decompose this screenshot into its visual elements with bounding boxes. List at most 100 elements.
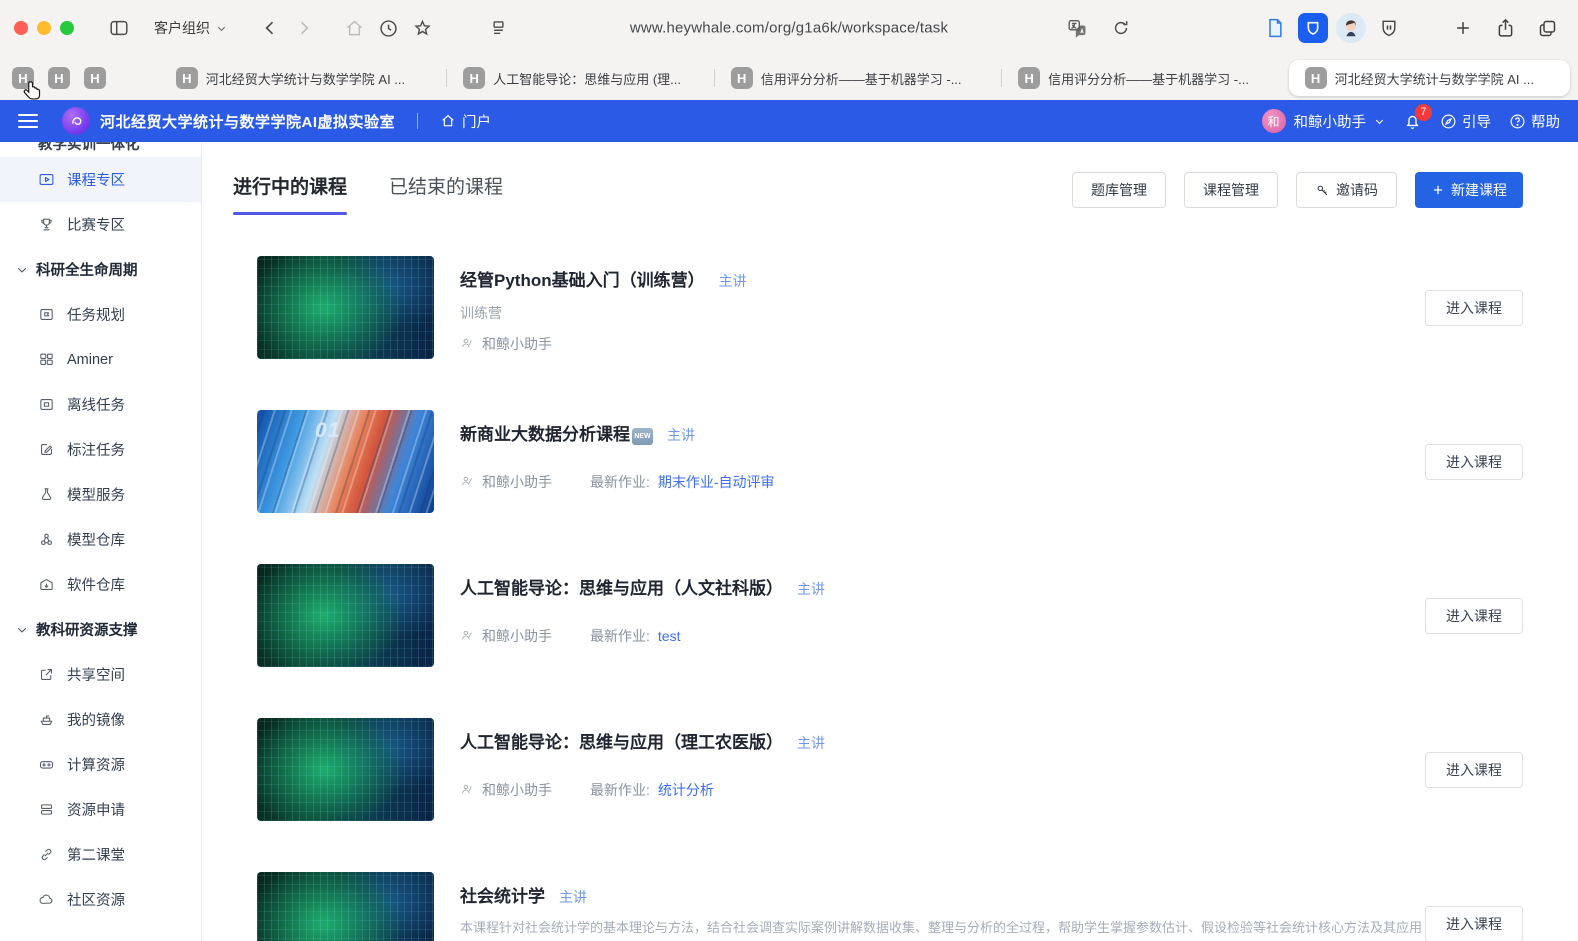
portal-link[interactable]: 门户 xyxy=(440,111,491,132)
portal-label: 门户 xyxy=(462,111,491,132)
invite-code-button[interactable]: 邀请码 xyxy=(1296,172,1397,208)
course-title[interactable]: 人工智能导论：思维与应用（人文社科版） xyxy=(460,574,783,599)
course-thumbnail[interactable] xyxy=(257,718,434,821)
pinned-tab-1[interactable]: H xyxy=(8,62,38,94)
address-bar[interactable]: www.heywhale.com/org/g1a6k/workspace/tas… xyxy=(630,20,948,37)
sidebar-item-my-images[interactable]: 我的镜像 xyxy=(0,697,201,742)
sidebar-item-resource-request[interactable]: 资源申请 xyxy=(0,787,201,832)
new-tab-icon[interactable] xyxy=(1446,13,1480,43)
browser-tab-3[interactable]: H 信用评分分析——基于机器学习 -... xyxy=(715,60,1001,96)
new-badge: NEW xyxy=(632,428,653,445)
history-icon[interactable] xyxy=(371,13,405,43)
sidebar-item-shared-space[interactable]: 共享空间 xyxy=(0,652,201,697)
favicon: H xyxy=(463,67,485,89)
menu-hamburger-icon[interactable] xyxy=(18,114,38,128)
lead-teacher-link[interactable]: 主讲 xyxy=(559,887,587,907)
guide-button[interactable]: 引导 xyxy=(1440,111,1491,132)
translate-icon[interactable] xyxy=(1060,13,1094,43)
sidebar-toggle-icon[interactable] xyxy=(102,13,136,43)
lead-teacher-link[interactable]: 主讲 xyxy=(797,579,825,599)
course-management-button[interactable]: 课程管理 xyxy=(1184,172,1278,208)
plus-icon xyxy=(1431,183,1445,197)
minimize-window-button[interactable] xyxy=(37,21,51,35)
extension-assistant-avatar[interactable] xyxy=(1336,13,1366,43)
course-thumbnail[interactable] xyxy=(257,872,434,941)
sidebar-section-resource-support[interactable]: 教科研资源支撑 xyxy=(0,607,201,652)
thumbnail-number: 01 xyxy=(315,419,340,443)
sidebar-item-task-planning[interactable]: 任务规划 xyxy=(0,292,201,337)
browser-tab-4[interactable]: H 信用评分分析——基于机器学习 -... xyxy=(1002,60,1288,96)
course-title[interactable]: 经管Python基础入门（训练营） xyxy=(460,266,705,291)
assignment-link[interactable]: test xyxy=(658,628,681,644)
course-title[interactable]: 新商业大数据分析课程NEW xyxy=(460,420,653,445)
sidebar-item-offline-tasks[interactable]: 离线任务 xyxy=(0,382,201,427)
reload-icon[interactable] xyxy=(1104,13,1138,43)
new-course-button[interactable]: 新建课程 xyxy=(1415,172,1523,208)
browser-tab-5-active[interactable]: H 河北经贸大学统计与数学学院 AI ... xyxy=(1289,60,1570,96)
window-controls[interactable] xyxy=(14,21,74,35)
tab-finished-courses[interactable]: 已结束的课程 xyxy=(389,172,503,215)
forward-button[interactable] xyxy=(287,13,321,43)
extension-notes-icon[interactable] xyxy=(1260,13,1290,43)
org-title: 河北经贸大学统计与数学学院AI虚拟实验室 xyxy=(100,111,395,132)
favicon: H xyxy=(84,67,106,89)
home-icon[interactable] xyxy=(337,13,371,43)
sidebar-item-model-services[interactable]: 模型服务 xyxy=(0,472,201,517)
sidebar-item-second-classroom[interactable]: 第二课堂 xyxy=(0,832,201,877)
sidebar-section-research-lifecycle[interactable]: 科研全生命周期 xyxy=(0,247,201,292)
enter-course-button[interactable]: 进入课程 xyxy=(1425,444,1523,480)
sidebar-item-courses[interactable]: 课程专区 xyxy=(0,157,201,202)
enter-course-button[interactable]: 进入课程 xyxy=(1425,598,1523,634)
lead-teacher-link[interactable]: 主讲 xyxy=(719,271,747,291)
course-title[interactable]: 人工智能导论：思维与应用（理工农医版） xyxy=(460,728,783,753)
user-menu[interactable]: 和 和鲸小助手 xyxy=(1262,109,1386,133)
lead-teacher-link[interactable]: 主讲 xyxy=(667,425,695,445)
heywhale-logo xyxy=(62,107,90,135)
pinned-tab-2[interactable]: H xyxy=(44,62,74,94)
grid-icon xyxy=(38,351,55,368)
sidebar-item-aminer[interactable]: Aminer xyxy=(0,337,201,382)
key-icon xyxy=(1315,183,1330,198)
reader-view-icon[interactable] xyxy=(481,13,515,43)
question-bank-button[interactable]: 题库管理 xyxy=(1072,172,1166,208)
lead-teacher-link[interactable]: 主讲 xyxy=(797,733,825,753)
tab-title: 信用评分分析——基于机器学习 -... xyxy=(1048,69,1249,88)
course-thumbnail[interactable]: 01 xyxy=(257,410,434,513)
notification-badge: 7 xyxy=(1415,104,1432,121)
enter-course-button[interactable]: 进入课程 xyxy=(1425,906,1523,941)
extension-pause-shield-icon[interactable] xyxy=(1374,13,1404,43)
browser-tab-2[interactable]: H 人工智能导论：思维与应用 (理... xyxy=(447,60,714,96)
assignment-link[interactable]: 期末作业-自动评审 xyxy=(658,472,775,492)
tab-overview-icon[interactable] xyxy=(1530,13,1564,43)
enter-course-button[interactable]: 进入课程 xyxy=(1425,290,1523,326)
sidebar-item-model-repo[interactable]: 模型仓库 xyxy=(0,517,201,562)
question-icon xyxy=(1509,113,1526,130)
bookmarks-star-icon[interactable] xyxy=(405,13,439,43)
favicon: H xyxy=(48,67,70,89)
tab-ongoing-courses[interactable]: 进行中的课程 xyxy=(233,172,347,215)
sidebar-item-software-repo[interactable]: 软件仓库 xyxy=(0,562,201,607)
tab-title: 河北经贸大学统计与数学学院 AI ... xyxy=(206,69,405,88)
profile-switcher[interactable]: 客户组织 xyxy=(154,18,227,38)
pinned-tab-3[interactable]: H xyxy=(80,62,110,94)
back-button[interactable] xyxy=(253,13,287,43)
zoom-window-button[interactable] xyxy=(60,21,74,35)
assignment-link[interactable]: 统计分析 xyxy=(658,780,714,800)
sidebar-item-annotation-tasks[interactable]: 标注任务 xyxy=(0,427,201,472)
chevron-down-icon xyxy=(16,624,28,636)
browser-tab-1[interactable]: H 河北经贸大学统计与数学学院 AI ... xyxy=(160,60,446,96)
favicon: H xyxy=(12,67,34,89)
course-title[interactable]: 社会统计学 xyxy=(460,882,545,907)
sidebar-item-clipped[interactable]: 教学实训一体化 xyxy=(0,142,201,157)
enter-course-button[interactable]: 进入课程 xyxy=(1425,752,1523,788)
help-button[interactable]: 帮助 xyxy=(1509,111,1560,132)
close-window-button[interactable] xyxy=(14,21,28,35)
course-thumbnail[interactable] xyxy=(257,256,434,359)
sidebar-item-community-resources[interactable]: 社区资源 xyxy=(0,877,201,922)
course-thumbnail[interactable] xyxy=(257,564,434,667)
notifications-bell[interactable]: 7 xyxy=(1403,112,1422,131)
extension-bitwarden-icon[interactable] xyxy=(1298,13,1328,43)
sidebar-item-compute-resources[interactable]: 计算资源 xyxy=(0,742,201,787)
share-icon[interactable] xyxy=(1488,13,1522,43)
sidebar-item-competitions[interactable]: 比赛专区 xyxy=(0,202,201,247)
